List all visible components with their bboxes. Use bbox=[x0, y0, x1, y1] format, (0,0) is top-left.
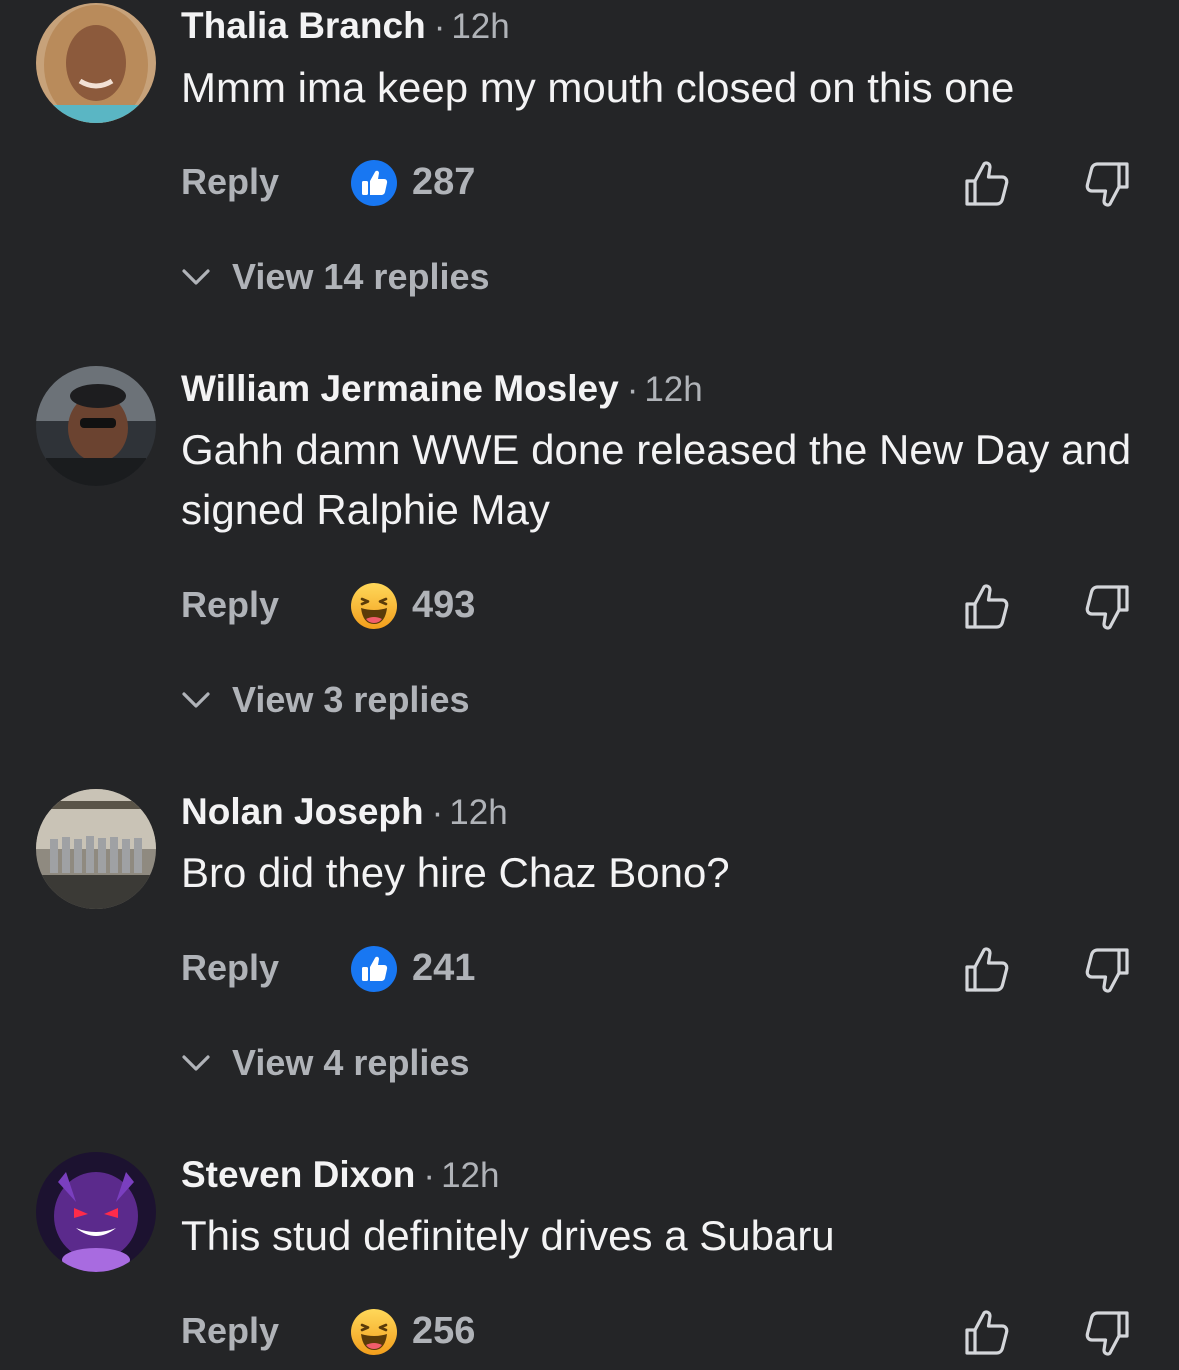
separator-dot: · bbox=[433, 7, 446, 46]
view-replies-label: View 3 replies bbox=[232, 679, 470, 720]
comment-actions: Reply 287 bbox=[0, 157, 1179, 207]
avatar[interactable] bbox=[36, 366, 156, 486]
comment-author[interactable]: Thalia Branch bbox=[181, 5, 426, 46]
comment-actions: Reply 241 bbox=[0, 943, 1179, 993]
thumbs-down-outline-icon[interactable] bbox=[1082, 582, 1132, 632]
comment-text: Bro did they hire Chaz Bono? bbox=[181, 849, 730, 896]
comment-time: 12h bbox=[451, 7, 510, 46]
reaction-count[interactable]: 256 bbox=[412, 1306, 475, 1356]
thumbs-up-outline-icon[interactable] bbox=[962, 945, 1012, 995]
haha-reaction-icon[interactable] bbox=[350, 582, 398, 630]
separator-dot: · bbox=[431, 793, 444, 832]
chevron-down-icon bbox=[181, 1051, 211, 1075]
avatar[interactable] bbox=[36, 1152, 156, 1272]
comment-time: 12h bbox=[644, 370, 703, 409]
avatar[interactable] bbox=[36, 3, 156, 123]
separator-dot: · bbox=[626, 370, 639, 409]
like-reaction-icon[interactable] bbox=[350, 945, 398, 993]
thumbs-up-outline-icon[interactable] bbox=[962, 159, 1012, 209]
thumbs-down-outline-icon[interactable] bbox=[1082, 159, 1132, 209]
view-replies-button[interactable]: View 3 replies bbox=[0, 675, 600, 725]
reply-button[interactable]: Reply bbox=[181, 580, 279, 630]
comment-time: 12h bbox=[441, 1156, 500, 1195]
view-replies-button[interactable]: View 14 replies bbox=[0, 252, 600, 302]
reaction-count[interactable]: 493 bbox=[412, 580, 475, 630]
thumbs-down-outline-icon[interactable] bbox=[1082, 945, 1132, 995]
chevron-down-icon bbox=[181, 265, 211, 289]
chevron-down-icon bbox=[181, 688, 211, 712]
comment-text: Gahh damn WWE done released the New Day … bbox=[181, 426, 1132, 533]
reaction-count[interactable]: 241 bbox=[412, 943, 475, 993]
thumbs-up-outline-icon[interactable] bbox=[962, 1308, 1012, 1358]
view-replies-button[interactable]: View 4 replies bbox=[0, 1038, 600, 1088]
reply-button[interactable]: Reply bbox=[181, 1306, 279, 1356]
comment-text: This stud definitely drives a Subaru bbox=[181, 1212, 835, 1259]
thumbs-up-outline-icon[interactable] bbox=[962, 582, 1012, 632]
thumbs-down-outline-icon[interactable] bbox=[1082, 1308, 1132, 1358]
avatar[interactable] bbox=[36, 789, 156, 909]
comment-text: Mmm ima keep my mouth closed on this one bbox=[181, 64, 1015, 111]
comment-actions: Reply 493 bbox=[0, 580, 1179, 630]
view-replies-label: View 4 replies bbox=[232, 1042, 470, 1083]
comment-time: 12h bbox=[449, 793, 508, 832]
reaction-count[interactable]: 287 bbox=[412, 157, 475, 207]
reply-button[interactable]: Reply bbox=[181, 157, 279, 207]
comment-author[interactable]: William Jermaine Mosley bbox=[181, 368, 619, 409]
comment-actions: Reply 256 bbox=[0, 1306, 1179, 1356]
comment-author[interactable]: Nolan Joseph bbox=[181, 791, 424, 832]
reply-button[interactable]: Reply bbox=[181, 943, 279, 993]
separator-dot: · bbox=[423, 1156, 436, 1195]
view-replies-label: View 14 replies bbox=[232, 256, 490, 297]
like-reaction-icon[interactable] bbox=[350, 159, 398, 207]
comment-author[interactable]: Steven Dixon bbox=[181, 1154, 415, 1195]
haha-reaction-icon[interactable] bbox=[350, 1308, 398, 1356]
